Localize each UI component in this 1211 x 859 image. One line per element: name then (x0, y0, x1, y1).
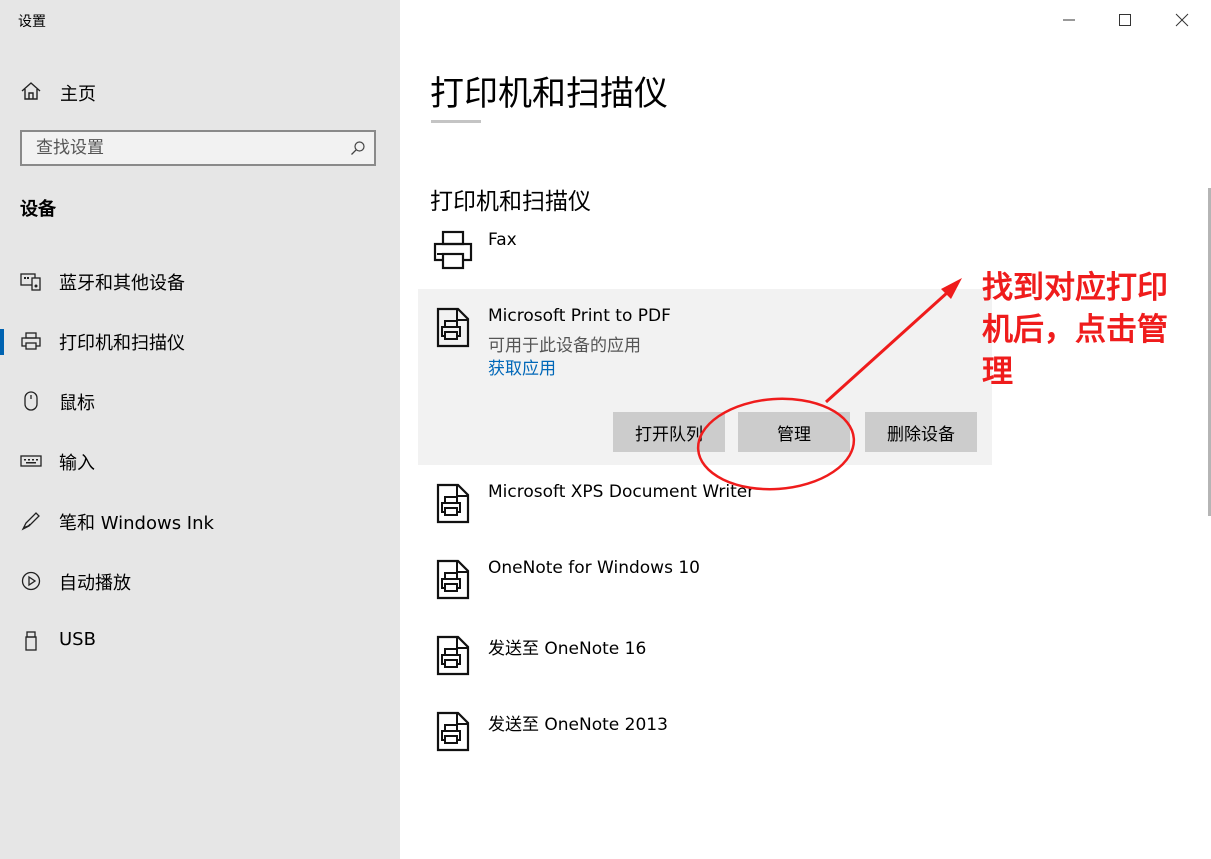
sidebar-item-label: 蓝牙和其他设备 (59, 273, 185, 294)
sidebar: 设置 主页 设备 蓝牙和其他设备 打印机和扫描仪 (0, 0, 400, 859)
printer-name: OneNote for Windows 10 (488, 558, 700, 578)
printer-icon (21, 332, 41, 350)
printer-name: Fax (488, 230, 517, 250)
get-app-link[interactable]: 获取应用 (488, 354, 556, 379)
bluetooth-devices-icon (20, 273, 41, 291)
app-title: 设置 (18, 14, 46, 30)
section-subheading: 打印机和扫描仪 (430, 189, 591, 215)
printer-item-onenote-16[interactable]: 发送至 OneNote 16 (418, 626, 992, 692)
pen-icon (21, 512, 40, 531)
printer-item-fax[interactable]: Fax (418, 222, 992, 282)
remove-device-button[interactable]: 删除设备 (865, 412, 977, 452)
search-input[interactable] (22, 132, 336, 164)
mouse-icon (24, 391, 38, 411)
sidebar-item-label: 打印机和扫描仪 (59, 333, 185, 354)
page-title: 打印机和扫描仪 (430, 74, 668, 114)
close-icon[interactable] (1170, 8, 1194, 32)
document-printer-icon (436, 307, 470, 348)
fax-printer-icon (433, 230, 473, 270)
printer-name: Microsoft Print to PDF (488, 306, 671, 326)
sidebar-item-usb[interactable]: USB (0, 617, 400, 665)
printer-item-onenote-2013[interactable]: 发送至 OneNote 2013 (418, 702, 992, 768)
manage-button[interactable]: 管理 (738, 412, 850, 452)
printer-name: Microsoft XPS Document Writer (488, 482, 755, 502)
document-printer-icon (436, 559, 470, 600)
maximize-icon[interactable] (1113, 8, 1137, 32)
sidebar-item-label: 自动播放 (59, 573, 131, 594)
printer-item-onenote-win10[interactable]: OneNote for Windows 10 (418, 550, 992, 616)
sidebar-item-label: 鼠标 (59, 393, 95, 414)
keyboard-icon (20, 455, 42, 467)
nav-home[interactable]: 主页 (0, 70, 400, 112)
document-printer-icon (436, 635, 470, 676)
sidebar-item-label: 笔和 Windows Ink (59, 513, 214, 534)
section-title-devices: 设备 (20, 199, 56, 220)
title-underline (431, 120, 481, 123)
sidebar-item-pen[interactable]: 笔和 Windows Ink (0, 497, 400, 545)
sidebar-item-autoplay[interactable]: 自动播放 (0, 557, 400, 605)
sidebar-item-bluetooth[interactable]: 蓝牙和其他设备 (0, 257, 400, 305)
printer-name: 发送至 OneNote 2013 (488, 715, 668, 735)
usb-icon (25, 631, 37, 651)
document-printer-icon (436, 711, 470, 752)
sidebar-item-label: USB (59, 629, 96, 650)
printer-item-print-to-pdf[interactable]: Microsoft Print to PDF 可用于此设备的应用 获取应用 打开… (418, 289, 992, 465)
sidebar-item-label: 输入 (59, 453, 95, 474)
sidebar-item-typing[interactable]: 输入 (0, 437, 400, 485)
home-icon (21, 82, 41, 100)
sidebar-item-mouse[interactable]: 鼠标 (0, 377, 400, 425)
nav-home-label: 主页 (60, 84, 96, 105)
minimize-icon[interactable] (1057, 8, 1081, 32)
printer-description: 可用于此设备的应用 (488, 336, 641, 356)
printer-item-xps[interactable]: Microsoft XPS Document Writer (418, 474, 992, 540)
sidebar-item-printers[interactable]: 打印机和扫描仪 (0, 317, 400, 365)
open-queue-button[interactable]: 打开队列 (613, 412, 725, 452)
search-box[interactable] (20, 130, 376, 166)
document-printer-icon (436, 483, 470, 524)
search-icon[interactable] (350, 140, 366, 156)
autoplay-icon (21, 571, 41, 591)
printer-name: 发送至 OneNote 16 (488, 639, 647, 659)
main-panel: 打印机和扫描仪 打印机和扫描仪 Fax Microsoft Print to P… (400, 0, 1211, 859)
